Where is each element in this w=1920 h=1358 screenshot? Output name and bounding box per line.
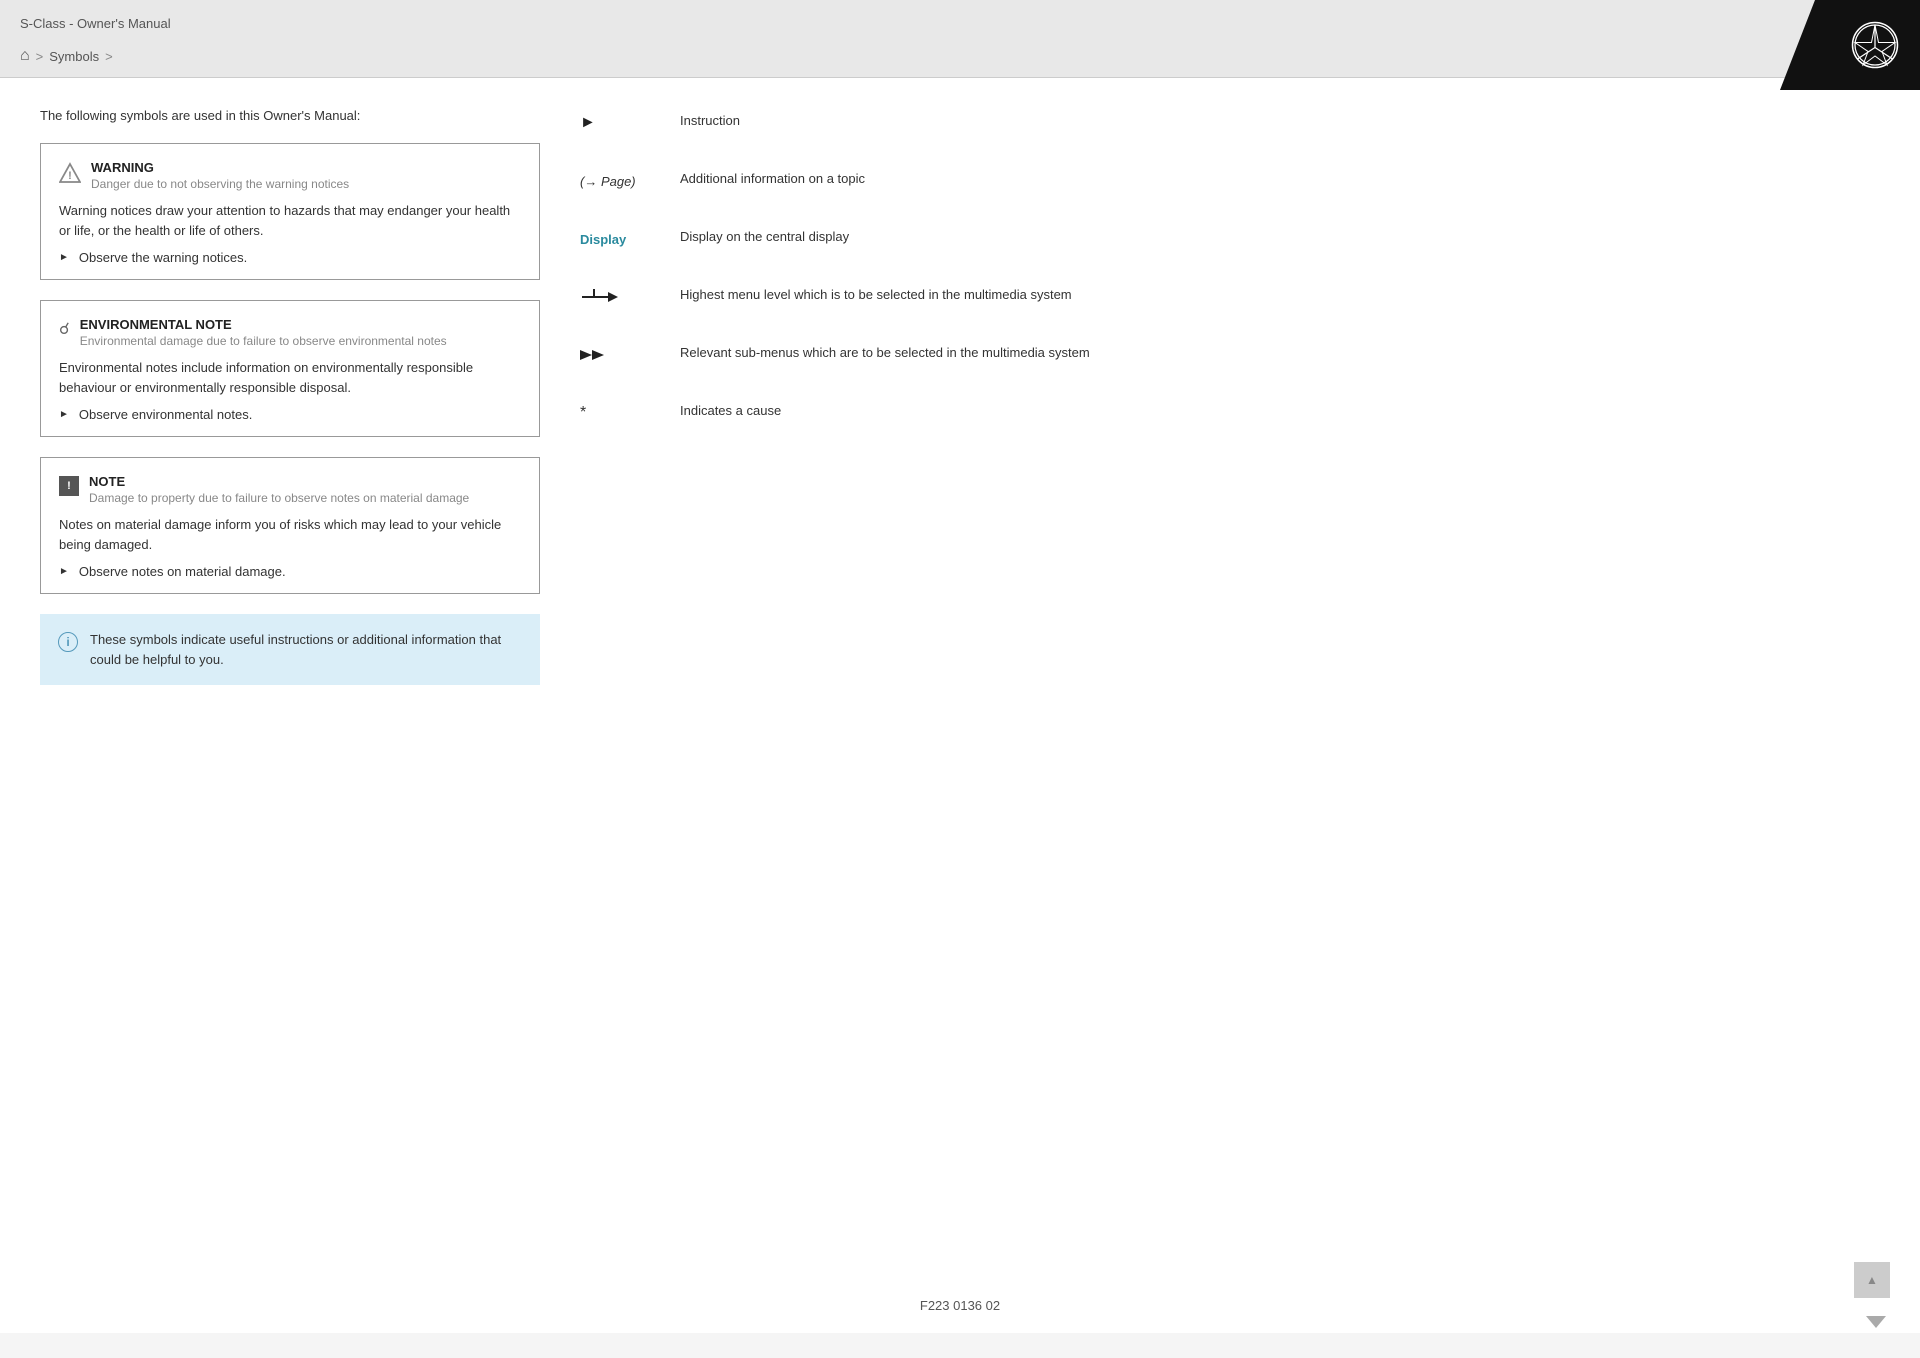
environmental-bullet: ► [59, 409, 69, 420]
environmental-title: ENVIRONMENTAL NOTE [80, 317, 447, 332]
submenu-desc: Relevant sub-menus which are to be selec… [680, 340, 1880, 363]
footer-code: F223 0136 02 [920, 1298, 1000, 1313]
symbol-row-display: Display Display on the central display [580, 224, 1880, 254]
warning-bullet: ► [59, 252, 69, 263]
note-instruction: ► Observe notes on material damage. [59, 564, 521, 579]
breadcrumb-sep-2: > [105, 49, 113, 64]
left-column: The following symbols are used in this O… [40, 108, 540, 1248]
instruction-icon-cell: ► [580, 108, 660, 138]
down-arrow-button[interactable] [1862, 1312, 1890, 1338]
warning-header: ! WARNING Danger due to not observing th… [59, 160, 521, 191]
asterisk-icon: * [580, 404, 586, 422]
breadcrumb: ⌂ > Symbols > [20, 37, 1900, 77]
symbol-row-pageref: (→ Page) Additional information on a top… [580, 166, 1880, 196]
instruction-arrow-icon: ► [580, 114, 596, 132]
environmental-box: ☌ ENVIRONMENTAL NOTE Environmental damag… [40, 300, 540, 437]
submenu-icon-cell [580, 340, 660, 370]
cause-desc: Indicates a cause [680, 398, 1880, 421]
breadcrumb-sep-1: > [36, 49, 44, 64]
note-title-block: NOTE Damage to property due to failure t… [89, 474, 469, 505]
note-box: ! NOTE Damage to property due to failure… [40, 457, 540, 594]
environmental-instruction-text: Observe environmental notes. [79, 407, 252, 422]
environmental-title-block: ENVIRONMENTAL NOTE Environmental damage … [80, 317, 447, 348]
page-title: S-Class - Owner's Manual [20, 10, 1900, 37]
note-bullet: ► [59, 566, 69, 577]
note-icon: ! [59, 476, 79, 496]
warning-title-block: WARNING Danger due to not observing the … [91, 160, 349, 191]
mercedes-logo [1850, 20, 1900, 70]
intro-text: The following symbols are used in this O… [40, 108, 540, 123]
main-content: The following symbols are used in this O… [0, 78, 1920, 1278]
pageref-desc: Additional information on a topic [680, 166, 1880, 189]
info-icon: i [58, 632, 78, 652]
symbol-row-menu-top: Highest menu level which is to be select… [580, 282, 1880, 312]
info-text: These symbols indicate useful instructio… [90, 630, 522, 669]
leaf-icon: ☌ [59, 321, 70, 338]
svg-text:!: ! [68, 170, 72, 182]
environmental-icon: ☌ [59, 319, 70, 339]
instruction-desc: Instruction [680, 108, 1880, 131]
warning-body: Warning notices draw your attention to h… [59, 201, 521, 240]
display-icon: Display [580, 232, 626, 247]
scroll-icon: ▲ [1866, 1273, 1878, 1287]
display-icon-cell: Display [580, 224, 660, 254]
symbol-row-cause: * Indicates a cause [580, 398, 1880, 428]
submenu-double-arrow-icon [580, 345, 620, 365]
environmental-instruction: ► Observe environmental notes. [59, 407, 521, 422]
environmental-subtitle: Environmental damage due to failure to o… [80, 334, 447, 348]
menu-top-desc: Highest menu level which is to be select… [680, 282, 1880, 305]
warning-title: WARNING [91, 160, 349, 175]
warning-instruction: ► Observe the warning notices. [59, 250, 521, 265]
right-column: ► Instruction (→ Page) Additional inform… [580, 108, 1880, 1248]
note-instruction-text: Observe notes on material damage. [79, 564, 286, 579]
warning-subtitle: Danger due to not observing the warning … [91, 177, 349, 191]
environmental-header: ☌ ENVIRONMENTAL NOTE Environmental damag… [59, 317, 521, 348]
note-header: ! NOTE Damage to property due to failure… [59, 474, 521, 505]
warning-instruction-text: Observe the warning notices. [79, 250, 247, 265]
home-icon[interactable]: ⌂ [20, 47, 30, 65]
note-icon-box: ! [59, 476, 79, 496]
pageref-icon-cell: (→ Page) [580, 166, 660, 196]
info-box: i These symbols indicate useful instruct… [40, 614, 540, 685]
warning-box: ! WARNING Danger due to not observing th… [40, 143, 540, 280]
symbol-row-submenu: Relevant sub-menus which are to be selec… [580, 340, 1880, 370]
note-subtitle: Damage to property due to failure to obs… [89, 491, 469, 505]
page-footer: F223 0136 02 [0, 1278, 1920, 1333]
note-body: Notes on material damage inform you of r… [59, 515, 521, 554]
menu-top-arrow-icon [580, 287, 630, 307]
down-arrow-icon [1862, 1312, 1890, 1332]
pageref-icon: (→ Page) [580, 174, 636, 189]
warning-icon: ! [59, 162, 81, 187]
symbol-row-instruction: ► Instruction [580, 108, 1880, 138]
menu-top-icon-cell [580, 282, 660, 312]
environmental-body: Environmental notes include information … [59, 358, 521, 397]
display-desc: Display on the central display [680, 224, 1880, 247]
page-header: S-Class - Owner's Manual ⌂ > Symbols > [0, 0, 1920, 78]
breadcrumb-symbols[interactable]: Symbols [49, 49, 99, 64]
cause-icon-cell: * [580, 398, 660, 428]
note-title: NOTE [89, 474, 469, 489]
scroll-button[interactable]: ▲ [1854, 1262, 1890, 1298]
